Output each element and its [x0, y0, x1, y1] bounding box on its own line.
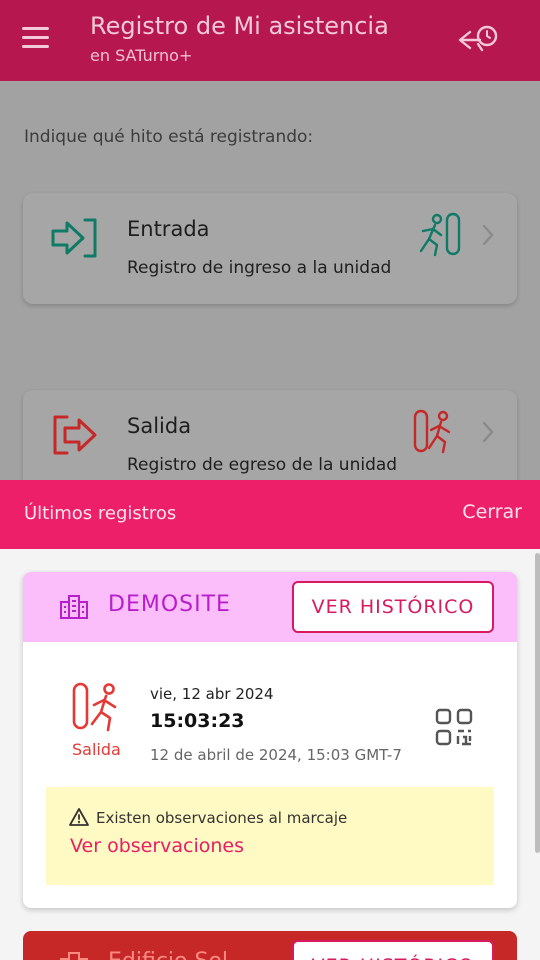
close-button[interactable]: Cerrar	[462, 501, 522, 523]
entrada-description: Registro de ingreso a la unidad	[127, 258, 392, 278]
record-full-timestamp: 12 de abril de 2024, 15:03 GMT-7	[150, 746, 402, 764]
last-records-title: Últimos registros	[24, 503, 177, 524]
observations-box: Existen observaciones al marcaje Ver obs…	[46, 787, 494, 885]
app-bar: Registro de Mi asistencia en SATurno+	[0, 0, 540, 81]
warning-icon	[69, 808, 89, 826]
site-card-header: DEMOSITE VER HISTÓRICO	[23, 572, 517, 642]
ver-historico-button[interactable]: VER HISTÓRICO	[292, 581, 494, 633]
salida-title: Salida	[127, 414, 192, 438]
login-arrow-icon	[51, 218, 97, 258]
last-records-bar: Últimos registros Cerrar	[0, 480, 540, 549]
hamburger-menu-icon[interactable]	[22, 27, 49, 51]
salida-description: Registro de egreso de la unidad	[127, 455, 398, 475]
record-date: vie, 12 abr 2024	[150, 685, 274, 703]
building-icon	[60, 595, 88, 619]
hito-prompt: Indique qué hito está registrando:	[24, 127, 314, 147]
exit-clock-icon[interactable]	[456, 22, 500, 58]
building-icon	[60, 952, 88, 960]
record-time: 15:03:23	[150, 710, 245, 732]
site-card: DEMOSITE VER HISTÓRICO Salida vie, 12 ab…	[23, 572, 517, 908]
ver-observaciones-link[interactable]: Ver observaciones	[70, 835, 244, 857]
observations-text: Existen observaciones al marcaje	[96, 809, 348, 827]
page-title: Registro de Mi asistencia	[90, 12, 389, 40]
logout-arrow-icon	[53, 415, 97, 455]
entrada-title: Entrada	[127, 217, 210, 241]
site-card: Edificio Sol VER HISTÓRICO	[23, 931, 517, 960]
person-exiting-icon	[72, 682, 117, 732]
person-entering-icon	[419, 212, 461, 257]
scrollbar[interactable]	[535, 553, 540, 853]
ver-historico-button[interactable]: VER HISTÓRICO	[292, 940, 494, 960]
site-name: DEMOSITE	[108, 592, 231, 617]
chevron-right-icon	[482, 421, 494, 443]
site-name: Edificio Sol	[108, 949, 228, 960]
page-subtitle: en SATurno+	[90, 46, 193, 65]
record-type: Salida	[72, 740, 121, 759]
person-exiting-icon	[413, 409, 451, 454]
chevron-right-icon	[482, 224, 494, 246]
qr-code-icon[interactable]	[435, 708, 473, 746]
entrada-option[interactable]: Entrada Registro de ingreso a la unidad	[23, 193, 517, 304]
